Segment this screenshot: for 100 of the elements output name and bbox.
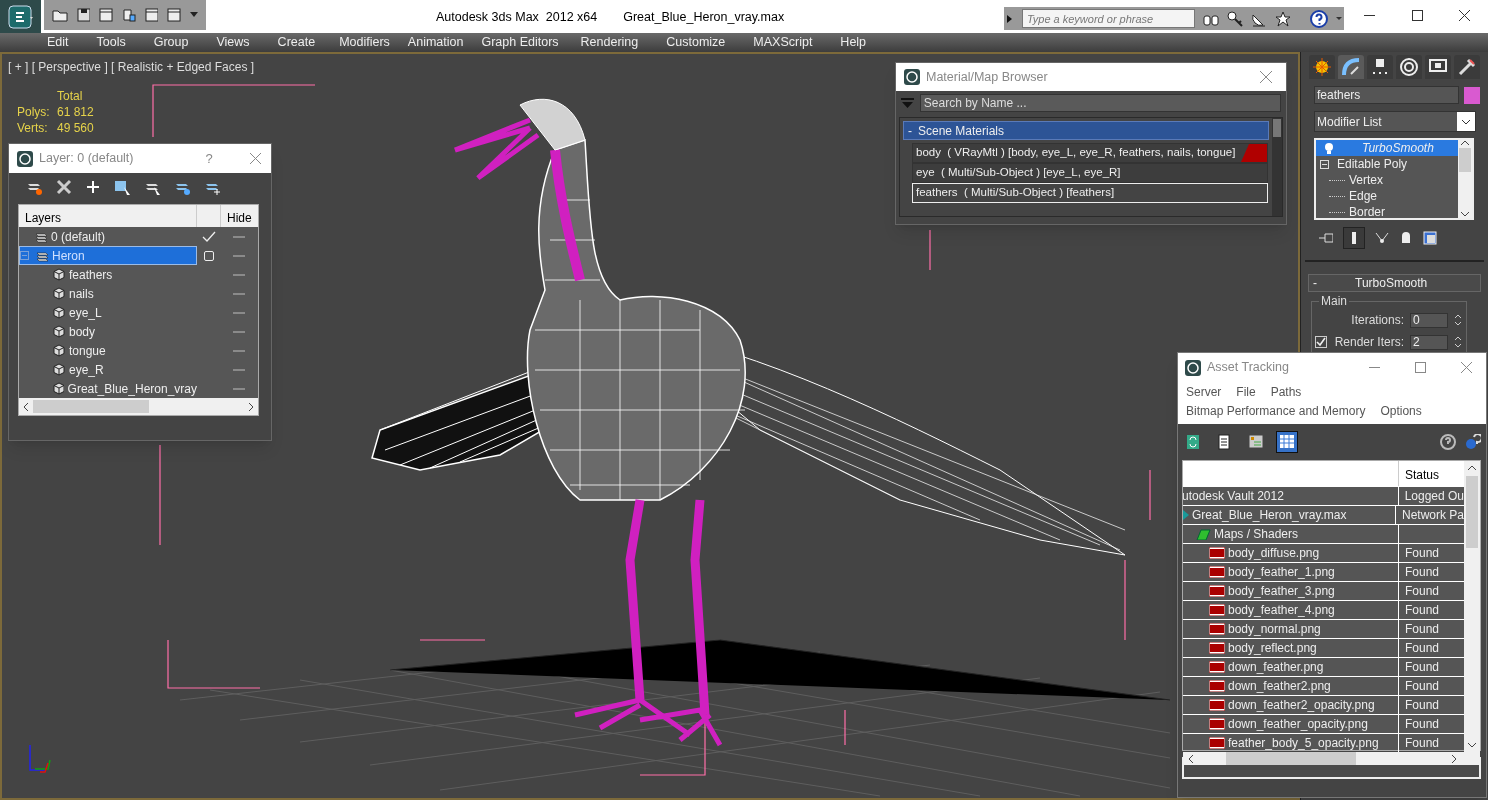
object-name[interactable]: eye_R xyxy=(69,360,104,379)
object-name[interactable]: eye_L xyxy=(69,303,102,322)
menu-item[interactable]: Help xyxy=(838,33,869,52)
menu-item[interactable]: File xyxy=(1236,382,1256,401)
object-name[interactable]: nails xyxy=(69,284,94,303)
scroll-up-icon[interactable] xyxy=(1461,140,1469,146)
hide-toggle[interactable] xyxy=(233,235,245,238)
pin-stack-icon[interactable] xyxy=(1319,231,1333,245)
open-folder-icon[interactable] xyxy=(52,8,68,22)
checkbox-icon[interactable] xyxy=(204,250,214,261)
help-icon[interactable] xyxy=(1440,434,1456,450)
stack-subitem[interactable]: Edge xyxy=(1316,188,1458,204)
checkmark-icon[interactable] xyxy=(202,230,216,243)
hide-toggle[interactable] xyxy=(233,292,245,295)
spinner-arrows-icon[interactable] xyxy=(1454,313,1462,327)
checkbox[interactable] xyxy=(1314,336,1327,348)
object-name[interactable]: tongue xyxy=(69,341,106,360)
hide-toggle[interactable] xyxy=(233,273,245,276)
hide-toggle[interactable] xyxy=(233,254,245,257)
asset-name[interactable]: utodesk Vault 2012 xyxy=(1183,487,1284,505)
help-globe-icon[interactable] xyxy=(1465,434,1481,450)
modifier-list-dropdown[interactable]: Modifier List xyxy=(1314,111,1476,132)
scroll-left-icon[interactable] xyxy=(1188,754,1194,763)
menu-item[interactable]: Modifiers xyxy=(337,33,392,52)
scroll-up-icon[interactable] xyxy=(1468,465,1476,470)
save-icon[interactable] xyxy=(76,8,91,22)
menu-item[interactable]: Create xyxy=(275,33,318,52)
vertical-scrollbar[interactable] xyxy=(1272,118,1282,216)
menu-item[interactable]: Views xyxy=(214,33,252,52)
add-icon[interactable] xyxy=(85,179,101,195)
menu-item[interactable]: Rendering xyxy=(578,33,641,52)
scrollbar-thumb[interactable] xyxy=(33,400,149,413)
group-header[interactable]: - Scene Materials xyxy=(903,121,1269,140)
viewport-label[interactable]: [ + ] [ Perspective ] [ Realistic + Edged Faces ] xyxy=(8,58,255,76)
panel-tab[interactable] xyxy=(1454,55,1480,79)
window-icon[interactable] xyxy=(167,8,182,22)
object-color-swatch[interactable] xyxy=(1464,86,1480,104)
view-toggle-button[interactable] xyxy=(1276,431,1298,453)
layer-row[interactable]: Heron xyxy=(19,246,197,265)
scrollbar-thumb[interactable] xyxy=(1459,148,1471,172)
column-header[interactable]: Layers xyxy=(19,205,197,227)
column-header[interactable]: Status xyxy=(1399,461,1440,486)
panel-tab[interactable] xyxy=(1425,55,1451,79)
help-button[interactable]: ? xyxy=(199,148,219,169)
panel-tab[interactable] xyxy=(1309,55,1335,79)
scrollbar-thumb[interactable] xyxy=(1273,119,1281,137)
delete-icon[interactable] xyxy=(56,179,72,195)
scrollbar-thumb[interactable] xyxy=(1226,752,1356,765)
spinner-field[interactable]: 0 xyxy=(1410,312,1448,328)
spinner-arrows-icon[interactable] xyxy=(1454,335,1462,349)
project-icon[interactable] xyxy=(122,8,136,22)
star-icon[interactable] xyxy=(1274,10,1291,27)
spinner-field[interactable]: 2 xyxy=(1410,334,1448,350)
expand-arrow-icon[interactable] xyxy=(1006,13,1014,24)
scroll-down-icon[interactable] xyxy=(1468,743,1476,748)
menu-item[interactable]: Tools xyxy=(94,33,128,52)
close-button[interactable] xyxy=(247,150,263,167)
horizontal-scrollbar[interactable] xyxy=(19,398,258,415)
scroll-left-icon[interactable] xyxy=(23,402,29,411)
object-name-field[interactable]: feathers xyxy=(1314,86,1459,104)
help-icon[interactable] xyxy=(1310,9,1329,28)
configure-sets-icon[interactable] xyxy=(1423,231,1437,245)
dropdown-arrow-icon[interactable] xyxy=(1336,16,1342,21)
stack-item[interactable]: TurboSmooth xyxy=(1316,140,1458,156)
rollout-header[interactable]: - TurboSmooth xyxy=(1308,274,1481,292)
stack-item[interactable]: Editable Poly xyxy=(1316,156,1458,172)
horizontal-scrollbar[interactable] xyxy=(1183,752,1480,765)
close-button[interactable] xyxy=(1258,69,1274,85)
menu-item[interactable]: Options xyxy=(1380,401,1422,420)
panel-tab[interactable] xyxy=(1367,55,1393,79)
menu-item[interactable]: Animation xyxy=(405,33,466,52)
panel-tab[interactable] xyxy=(1338,55,1364,79)
menu-item[interactable]: Customize xyxy=(664,33,728,52)
make-unique-icon[interactable] xyxy=(1375,231,1389,245)
search-field[interactable]: Search by Name ... xyxy=(919,94,1281,112)
scroll-right-icon[interactable] xyxy=(248,402,254,411)
menu-item[interactable]: Graph Editors xyxy=(479,33,561,52)
window-icon[interactable] xyxy=(144,8,159,22)
panel-tab[interactable] xyxy=(1396,55,1422,79)
hide-toggle[interactable] xyxy=(233,311,245,314)
object-name[interactable]: body xyxy=(69,322,96,341)
menu-item[interactable]: Paths xyxy=(1270,382,1302,401)
search-field[interactable]: Type a keyword or phrase xyxy=(1021,9,1196,28)
material-item[interactable]: body ( VRayMtl ) [body, eye_L, eye_R, feathers, nails, tongue] xyxy=(912,143,1268,163)
dropdown-arrow-icon[interactable] xyxy=(190,12,198,18)
hide-toggle[interactable] xyxy=(233,387,245,390)
stack-subitem[interactable]: Border xyxy=(1316,204,1458,220)
scrollbar-thumb[interactable] xyxy=(1466,476,1478,548)
vertical-scrollbar[interactable] xyxy=(1464,461,1480,752)
vertical-scrollbar[interactable] xyxy=(1458,140,1472,218)
hide-toggle[interactable] xyxy=(233,368,245,371)
scroll-down-icon[interactable] xyxy=(1461,212,1469,218)
window-icon[interactable] xyxy=(99,8,114,22)
hide-toggle[interactable] xyxy=(233,330,245,333)
select-objects-icon[interactable] xyxy=(114,178,131,196)
key-icon[interactable] xyxy=(1227,10,1243,27)
menu-item[interactable]: MAXScript xyxy=(751,33,815,52)
column-header[interactable]: Hide xyxy=(221,205,256,227)
stack-subitem[interactable]: Vertex xyxy=(1316,172,1458,188)
hide-toggle[interactable] xyxy=(233,349,245,352)
